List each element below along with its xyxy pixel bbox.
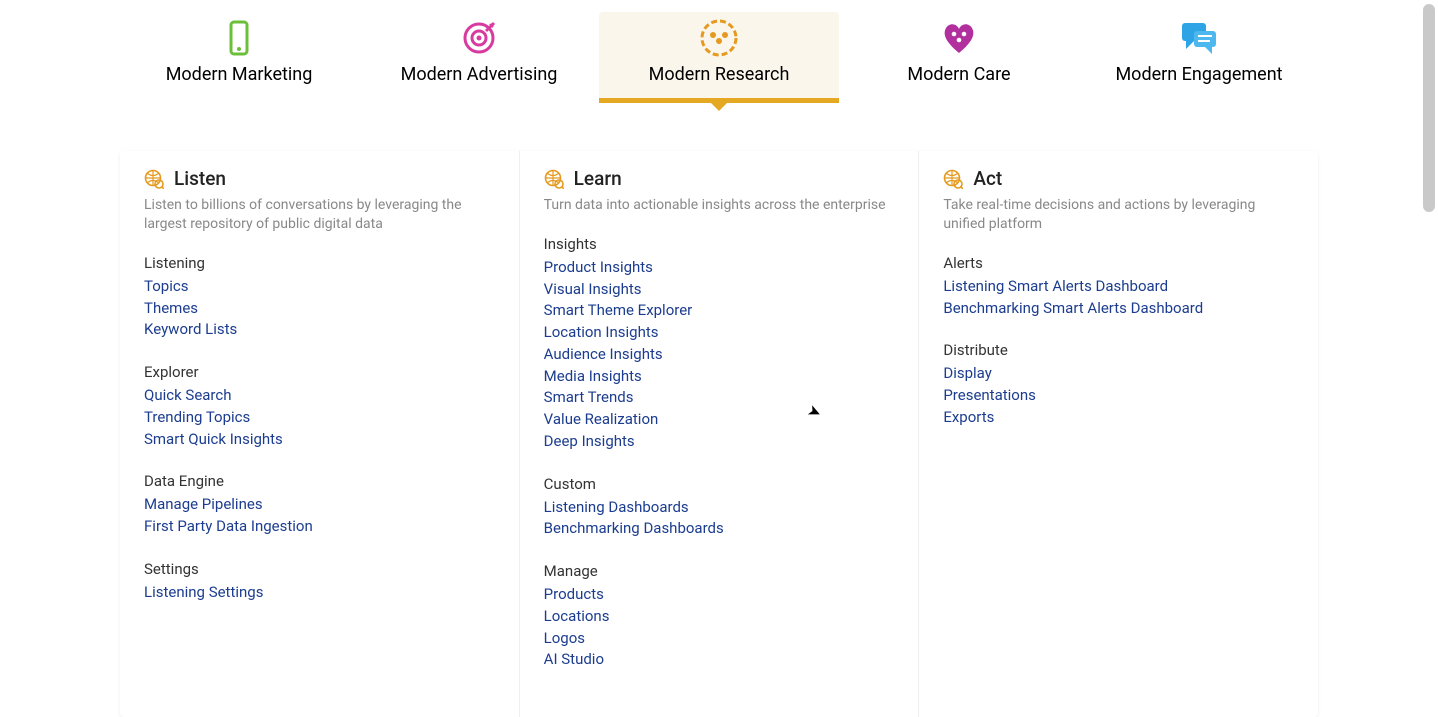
link-smart-quick-insights[interactable]: Smart Quick Insights: [144, 429, 495, 451]
link-listening-dashboards[interactable]: Listening Dashboards: [544, 497, 895, 519]
link-smart-theme-explorer[interactable]: Smart Theme Explorer: [544, 300, 895, 322]
group-title: Manage: [544, 562, 895, 580]
target-icon: [461, 20, 497, 56]
globe-search-icon: [144, 169, 164, 189]
tab-modern-advertising[interactable]: Modern Advertising: [359, 12, 599, 103]
group-title: Data Engine: [144, 472, 495, 490]
globe-search-icon: [943, 169, 963, 189]
column-learn: Learn Turn data into actionable insights…: [520, 151, 920, 717]
tab-label: Modern Advertising: [401, 64, 558, 85]
link-deep-insights[interactable]: Deep Insights: [544, 431, 895, 453]
chat-icon: [1180, 20, 1218, 56]
column-title: Learn: [574, 167, 622, 190]
top-tabs: Modern Marketing Modern Advertising Mode…: [0, 0, 1438, 103]
tab-label: Modern Research: [649, 64, 790, 85]
tab-label: Modern Care: [907, 64, 1010, 85]
link-presentations[interactable]: Presentations: [943, 385, 1294, 407]
link-listening-smart-alerts-dashboard[interactable]: Listening Smart Alerts Dashboard: [943, 276, 1294, 298]
group-distribute: Distribute DisplayPresentationsExports: [943, 341, 1294, 428]
column-title: Listen: [174, 167, 226, 190]
column-description: Turn data into actionable insights acros…: [544, 196, 895, 215]
link-products[interactable]: Products: [544, 584, 895, 606]
tab-modern-engagement[interactable]: Modern Engagement: [1079, 12, 1319, 103]
group-title: Explorer: [144, 363, 495, 381]
link-benchmarking-smart-alerts-dashboard[interactable]: Benchmarking Smart Alerts Dashboard: [943, 298, 1294, 320]
group-manage: Manage ProductsLocationsLogosAI Studio: [544, 562, 895, 671]
heart-icon: [941, 20, 977, 56]
link-themes[interactable]: Themes: [144, 298, 495, 320]
link-value-realization[interactable]: Value Realization: [544, 409, 895, 431]
link-display[interactable]: Display: [943, 363, 1294, 385]
column-description: Listen to billions of conversations by l…: [144, 196, 495, 234]
link-first-party-data-ingestion[interactable]: First Party Data Ingestion: [144, 516, 495, 538]
group-alerts: Alerts Listening Smart Alerts DashboardBe…: [943, 254, 1294, 320]
group-settings: Settings Listening Settings: [144, 560, 495, 604]
scrollbar-thumb[interactable]: [1423, 4, 1435, 212]
link-product-insights[interactable]: Product Insights: [544, 257, 895, 279]
tab-label: Modern Engagement: [1115, 64, 1282, 85]
group-data-engine: Data Engine Manage PipelinesFirst Party D…: [144, 472, 495, 538]
tab-modern-research[interactable]: Modern Research: [599, 12, 839, 103]
link-ai-studio[interactable]: AI Studio: [544, 649, 895, 671]
link-media-insights[interactable]: Media Insights: [544, 366, 895, 388]
link-smart-trends[interactable]: Smart Trends: [544, 387, 895, 409]
group-title: Custom: [544, 475, 895, 493]
link-logos[interactable]: Logos: [544, 628, 895, 650]
group-insights: InsightsProduct InsightsVisual InsightsS…: [544, 235, 895, 453]
tab-label: Modern Marketing: [166, 64, 313, 85]
group-title: Insights: [544, 235, 895, 253]
link-benchmarking-dashboards[interactable]: Benchmarking Dashboards: [544, 518, 895, 540]
link-listening-settings[interactable]: Listening Settings: [144, 582, 495, 604]
link-audience-insights[interactable]: Audience Insights: [544, 344, 895, 366]
link-trending-topics[interactable]: Trending Topics: [144, 407, 495, 429]
phone-icon: [222, 20, 256, 56]
group-title: Distribute: [943, 341, 1294, 359]
link-manage-pipelines[interactable]: Manage Pipelines: [144, 494, 495, 516]
link-exports[interactable]: Exports: [943, 407, 1294, 429]
link-topics[interactable]: Topics: [144, 276, 495, 298]
people-icon: [700, 20, 738, 56]
group-title: Listening: [144, 254, 495, 272]
active-tab-caret: [711, 103, 727, 111]
link-keyword-lists[interactable]: Keyword Lists: [144, 319, 495, 341]
group-title: Settings: [144, 560, 495, 578]
globe-search-icon: [544, 169, 564, 189]
column-act: Act Take real-time decisions and actions…: [919, 151, 1318, 717]
link-locations[interactable]: Locations: [544, 606, 895, 628]
link-quick-search[interactable]: Quick Search: [144, 385, 495, 407]
group-title: Alerts: [943, 254, 1294, 272]
column-listen: Listen Listen to billions of conversatio…: [120, 151, 520, 717]
group-listening: Listening TopicsThemesKeyword Lists: [144, 254, 495, 341]
group-custom: Custom Listening DashboardsBenchmarking D…: [544, 475, 895, 541]
tab-modern-marketing[interactable]: Modern Marketing: [119, 12, 359, 103]
tab-modern-care[interactable]: Modern Care: [839, 12, 1079, 103]
link-visual-insights[interactable]: Visual Insights: [544, 279, 895, 301]
column-description: Take real-time decisions and actions by …: [943, 196, 1294, 234]
mega-menu-panel: Listen Listen to billions of conversatio…: [120, 151, 1318, 717]
group-explorer: Explorer Quick SearchTrending TopicsSmart…: [144, 363, 495, 450]
column-title: Act: [973, 167, 1002, 190]
link-location-insights[interactable]: Location Insights: [544, 322, 895, 344]
